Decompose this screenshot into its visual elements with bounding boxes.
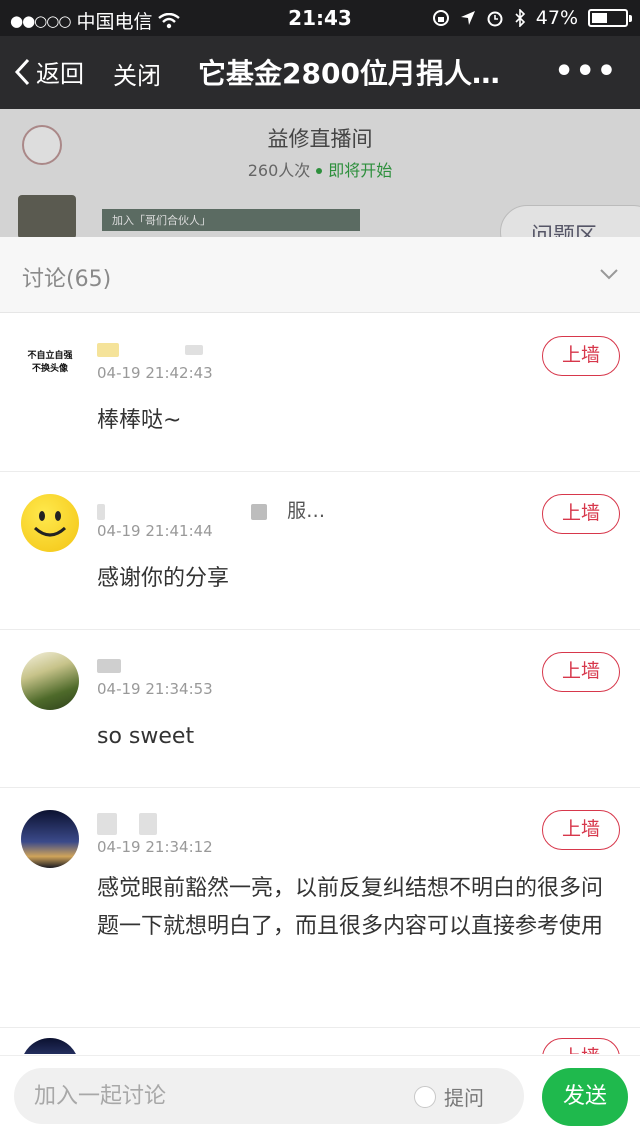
comment-input[interactable] bbox=[34, 1078, 404, 1114]
comment-author bbox=[97, 654, 121, 676]
ask-question-toggle[interactable]: 提问 bbox=[414, 1082, 484, 1111]
status-right: 47% bbox=[432, 7, 632, 29]
comment-list[interactable]: 不自立自强 不换头像 04-19 21:42:43 棒棒哒~ 上墙 服… 04-… bbox=[0, 314, 640, 1054]
pin-to-wall-button[interactable]: 上墙 bbox=[542, 810, 620, 850]
comment-author bbox=[97, 812, 158, 835]
comment-author bbox=[97, 338, 204, 360]
comment-author: 服… bbox=[97, 496, 325, 523]
avatar-caption: 不自立自强 不换头像 bbox=[27, 351, 73, 374]
battery-fill bbox=[592, 13, 608, 23]
discussion-panel: 讨论(65) 不自立自强 不换头像 04-19 21:42:43 棒棒哒~ 上墙 bbox=[0, 237, 640, 1138]
visit-count: 260人次 bbox=[247, 161, 311, 180]
comment-text: 棒棒哒~ bbox=[97, 408, 182, 433]
battery-icon bbox=[588, 9, 632, 27]
redacted-name bbox=[97, 342, 119, 357]
comment-text: 感觉眼前豁然一亮，以前反复纠结想不明白的很多问题一下就想明白了，而且很多内容可以… bbox=[97, 876, 604, 939]
comment-item: 04-19 21:34:53 so sweet 上墙 bbox=[0, 630, 640, 788]
location-icon bbox=[460, 11, 475, 25]
pin-to-wall-button[interactable]: 上墙 bbox=[542, 494, 620, 534]
comment-item: 服… 04-19 21:41:44 感谢你的分享 上墙 bbox=[0, 472, 640, 630]
status-dot-icon bbox=[316, 168, 323, 174]
close-button[interactable]: 关闭 bbox=[113, 56, 161, 91]
smiley-icon bbox=[33, 511, 67, 537]
chevron-left-icon bbox=[14, 58, 30, 85]
redacted-name bbox=[185, 344, 204, 355]
redacted-name bbox=[97, 503, 105, 520]
alarm-icon bbox=[487, 11, 503, 27]
room-header: 益修直播间 260人次 即将开始 加入「哥们合伙人」 问题区 bbox=[0, 109, 640, 237]
comment-text: so sweet bbox=[97, 724, 195, 749]
rotation-lock-icon bbox=[432, 10, 449, 26]
host-thumbnail bbox=[18, 195, 76, 237]
bluetooth-icon bbox=[515, 9, 525, 27]
discussion-title: 讨论(65) bbox=[22, 267, 112, 292]
avatar bbox=[21, 652, 79, 710]
ask-label: 提问 bbox=[444, 1086, 484, 1110]
battery-percent: 47% bbox=[535, 7, 578, 29]
comment-time: 04-19 21:34:53 bbox=[97, 680, 213, 698]
more-menu-button[interactable]: ••• bbox=[554, 54, 618, 89]
redacted-name bbox=[139, 812, 158, 835]
back-label: 返回 bbox=[36, 60, 84, 88]
redacted-name bbox=[97, 658, 121, 673]
comment-item: 04-19 21:34:12 感觉眼前豁然一亮，以前反复纠结想不明白的很多问题一… bbox=[0, 788, 640, 1028]
page-title: 它基金2800位月捐人… bbox=[198, 57, 500, 90]
avatar bbox=[21, 810, 79, 868]
room-title: 益修直播间 bbox=[267, 127, 373, 151]
avatar bbox=[21, 1038, 79, 1054]
avatar: 不自立自强 不换头像 bbox=[21, 336, 79, 394]
pin-to-wall-button[interactable]: 上墙 bbox=[542, 652, 620, 692]
comment-item: 上墙 bbox=[0, 1028, 640, 1054]
redacted-name bbox=[251, 503, 268, 520]
comment-time: 04-19 21:41:44 bbox=[97, 522, 213, 540]
discussion-header[interactable]: 讨论(65) bbox=[0, 237, 640, 313]
send-button[interactable]: 发送 bbox=[542, 1068, 628, 1126]
radio-icon bbox=[414, 1085, 436, 1108]
redacted-name bbox=[97, 812, 117, 835]
nav-bar: 返回 关闭 它基金2800位月捐人… ••• bbox=[0, 36, 640, 109]
qa-tab: 问题区 bbox=[500, 205, 640, 237]
chevron-down-icon[interactable] bbox=[598, 263, 620, 285]
room-meta: 260人次 即将开始 bbox=[0, 157, 640, 181]
comment-item: 不自立自强 不换头像 04-19 21:42:43 棒棒哒~ 上墙 bbox=[0, 314, 640, 472]
comment-input-bar: 提问 发送 bbox=[0, 1055, 640, 1138]
comment-time: 04-19 21:42:43 bbox=[97, 364, 213, 382]
comment-text: 感谢你的分享 bbox=[97, 566, 230, 591]
promo-banner: 加入「哥们合伙人」 bbox=[102, 209, 360, 231]
status-bar: ●●○○○ 中国电信 21:43 47% bbox=[0, 0, 640, 36]
comment-input-wrapper: 提问 bbox=[14, 1068, 524, 1124]
live-status: 即将开始 bbox=[328, 161, 393, 180]
back-button[interactable]: 返回 bbox=[14, 54, 84, 89]
comment-time: 04-19 21:34:12 bbox=[97, 838, 213, 856]
avatar bbox=[21, 494, 79, 552]
pin-to-wall-button[interactable]: 上墙 bbox=[542, 336, 620, 376]
pin-to-wall-button[interactable]: 上墙 bbox=[542, 1038, 620, 1054]
comment-author-name: 服… bbox=[287, 500, 326, 522]
